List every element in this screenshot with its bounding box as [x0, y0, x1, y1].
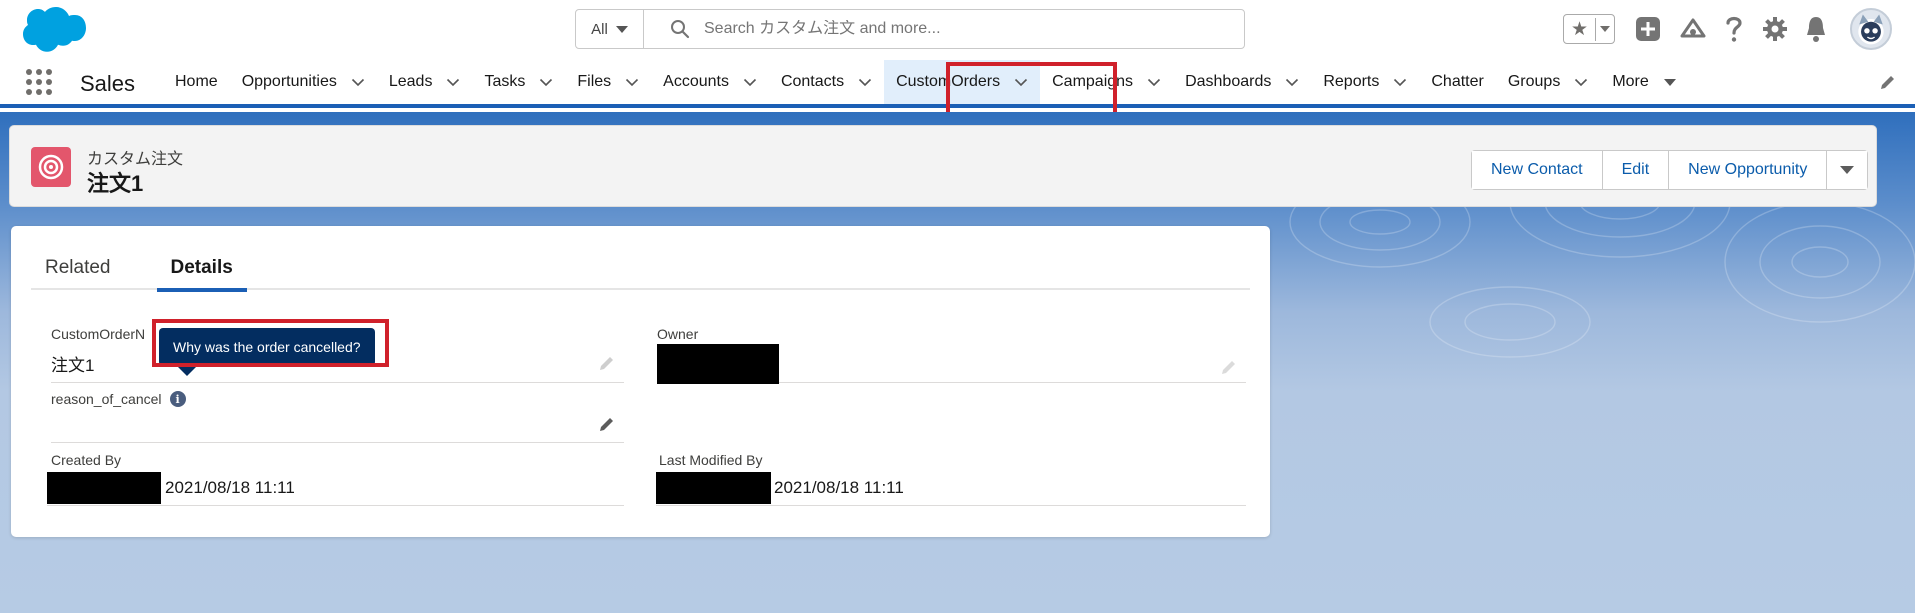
- redacted-owner-name: [657, 344, 779, 384]
- app-navigation-bar: Sales Home Opportunities Leads Tasks Files Ac…: [0, 60, 1915, 108]
- help-tooltip: Why was the order cancelled?: [159, 328, 375, 376]
- nav-item-label: Leads: [388, 73, 433, 90]
- chevron-down-icon[interactable]: [1285, 75, 1299, 89]
- nav-item-accounts[interactable]: Accounts: [651, 60, 769, 104]
- nav-item-label: Reports: [1323, 73, 1380, 90]
- nav-item-groups[interactable]: Groups: [1496, 60, 1600, 104]
- nav-item-label: Files: [577, 73, 612, 90]
- custom-order-object-icon: [31, 147, 71, 187]
- nav-item-label: Tasks: [484, 73, 526, 90]
- nav-item-files[interactable]: Files: [565, 60, 651, 104]
- triangle-down-icon[interactable]: [1663, 75, 1677, 89]
- nav-item-label: More: [1612, 73, 1649, 90]
- nav-item-chatter[interactable]: Chatter: [1419, 60, 1495, 104]
- trailhead-icon[interactable]: [1679, 16, 1707, 42]
- nav-items: Home Opportunities Leads Tasks Files Accounts…: [163, 60, 1689, 104]
- chevron-down-icon[interactable]: [743, 75, 757, 89]
- search-scope-label: All: [591, 20, 608, 38]
- nav-item-contacts[interactable]: Contacts: [769, 60, 884, 104]
- nav-item-label: Home: [175, 73, 218, 90]
- record-header: カスタム注文 注文1 New Contact Edit New Opportun…: [9, 125, 1877, 207]
- favorites-dropdown-icon[interactable]: [1596, 26, 1614, 32]
- help-icon[interactable]: [1724, 14, 1744, 44]
- chevron-down-icon: [615, 25, 628, 33]
- nav-item-campaigns[interactable]: Campaigns: [1040, 60, 1173, 104]
- nav-item-reports[interactable]: Reports: [1311, 60, 1419, 104]
- app-name: Sales: [80, 71, 136, 96]
- nav-item-home[interactable]: Home: [163, 60, 230, 104]
- nav-item-label: Opportunities: [241, 73, 337, 90]
- record-action-buttons: New Contact Edit New Opportunity: [1471, 150, 1869, 190]
- edit-button[interactable]: Edit: [1602, 151, 1670, 189]
- redacted-user-name: [656, 472, 771, 504]
- tab-related[interactable]: Related: [31, 246, 125, 290]
- nav-item-opportunities[interactable]: Opportunities: [230, 60, 377, 104]
- field-reason-of-cancel: reason_of_cancel i: [51, 391, 624, 443]
- nav-item-label: Accounts: [663, 73, 729, 90]
- more-actions-dropdown[interactable]: [1827, 151, 1868, 189]
- global-search: All: [575, 9, 1245, 49]
- field-label: Last Modified By: [659, 452, 763, 468]
- user-avatar[interactable]: [1850, 8, 1892, 50]
- edit-nav-items-icon[interactable]: [1879, 73, 1897, 91]
- new-opportunity-button[interactable]: New Opportunity: [1669, 151, 1828, 189]
- favorites-group: ★: [1563, 14, 1615, 44]
- global-actions-icon[interactable]: [1635, 16, 1661, 42]
- chevron-down-icon[interactable]: [1393, 75, 1407, 89]
- help-info-icon[interactable]: i: [169, 391, 186, 407]
- search-icon: [671, 20, 690, 39]
- redacted-user-name: [47, 472, 161, 504]
- search-input[interactable]: [704, 20, 1204, 38]
- chevron-down-icon[interactable]: [858, 75, 872, 89]
- pencil-icon[interactable]: [599, 354, 616, 371]
- tab-details[interactable]: Details: [156, 246, 248, 292]
- nav-item-label: Dashboards: [1185, 73, 1272, 90]
- chevron-down-icon[interactable]: [1014, 75, 1028, 89]
- nav-item-customorders[interactable]: CustomOrders: [884, 60, 1041, 104]
- field-owner: Owner: [657, 326, 1246, 384]
- notifications-bell-icon[interactable]: [1804, 15, 1828, 43]
- nav-item-label: Campaigns: [1052, 73, 1134, 90]
- salesforce-logo[interactable]: [14, 5, 86, 55]
- field-created-by: Created By 2021/08/18 11:11: [47, 452, 624, 506]
- chevron-down-icon[interactable]: [351, 75, 365, 89]
- record-tabs: Related Details: [31, 246, 1250, 292]
- pencil-icon[interactable]: [599, 415, 616, 432]
- last-modified-date: 2021/08/18 11:11: [774, 478, 904, 497]
- field-last-modified-by: Last Modified By 2021/08/18 11:11: [656, 452, 1246, 506]
- chevron-down-icon[interactable]: [539, 75, 553, 89]
- chevron-down-icon[interactable]: [1574, 75, 1588, 89]
- nav-item-leads[interactable]: Leads: [377, 60, 473, 104]
- record-title: 注文1: [87, 171, 144, 196]
- search-scope-dropdown[interactable]: All: [576, 10, 644, 48]
- field-label: reason_of_cancel: [51, 391, 162, 407]
- created-date: 2021/08/18 11:11: [165, 478, 295, 497]
- chevron-down-icon[interactable]: [625, 75, 639, 89]
- setup-gear-icon[interactable]: [1762, 16, 1788, 42]
- field-label: Owner: [657, 326, 699, 342]
- nav-item-label: CustomOrders: [896, 73, 1001, 90]
- nav-item-dashboards[interactable]: Dashboards: [1173, 60, 1311, 104]
- nav-item-more[interactable]: More: [1600, 60, 1688, 104]
- nav-item-label: Groups: [1507, 73, 1561, 90]
- record-detail-card: Related Details CustomOrderN 注文1 Owner r…: [11, 226, 1270, 537]
- nav-item-tasks[interactable]: Tasks: [472, 60, 565, 104]
- new-contact-button[interactable]: New Contact: [1472, 151, 1603, 189]
- chevron-down-icon[interactable]: [1147, 75, 1161, 89]
- nav-item-label: Chatter: [1431, 73, 1484, 90]
- global-header: All ★: [0, 0, 1915, 60]
- app-launcher-icon[interactable]: [26, 69, 52, 95]
- change-owner-icon[interactable]: [1221, 358, 1238, 375]
- astro-avatar-icon: [1858, 14, 1884, 45]
- favorites-star-icon[interactable]: ★: [1564, 17, 1596, 41]
- chevron-down-icon: [1840, 166, 1855, 174]
- chevron-down-icon[interactable]: [446, 75, 460, 89]
- field-label: Created By: [51, 452, 122, 468]
- nav-item-label: Contacts: [780, 73, 845, 90]
